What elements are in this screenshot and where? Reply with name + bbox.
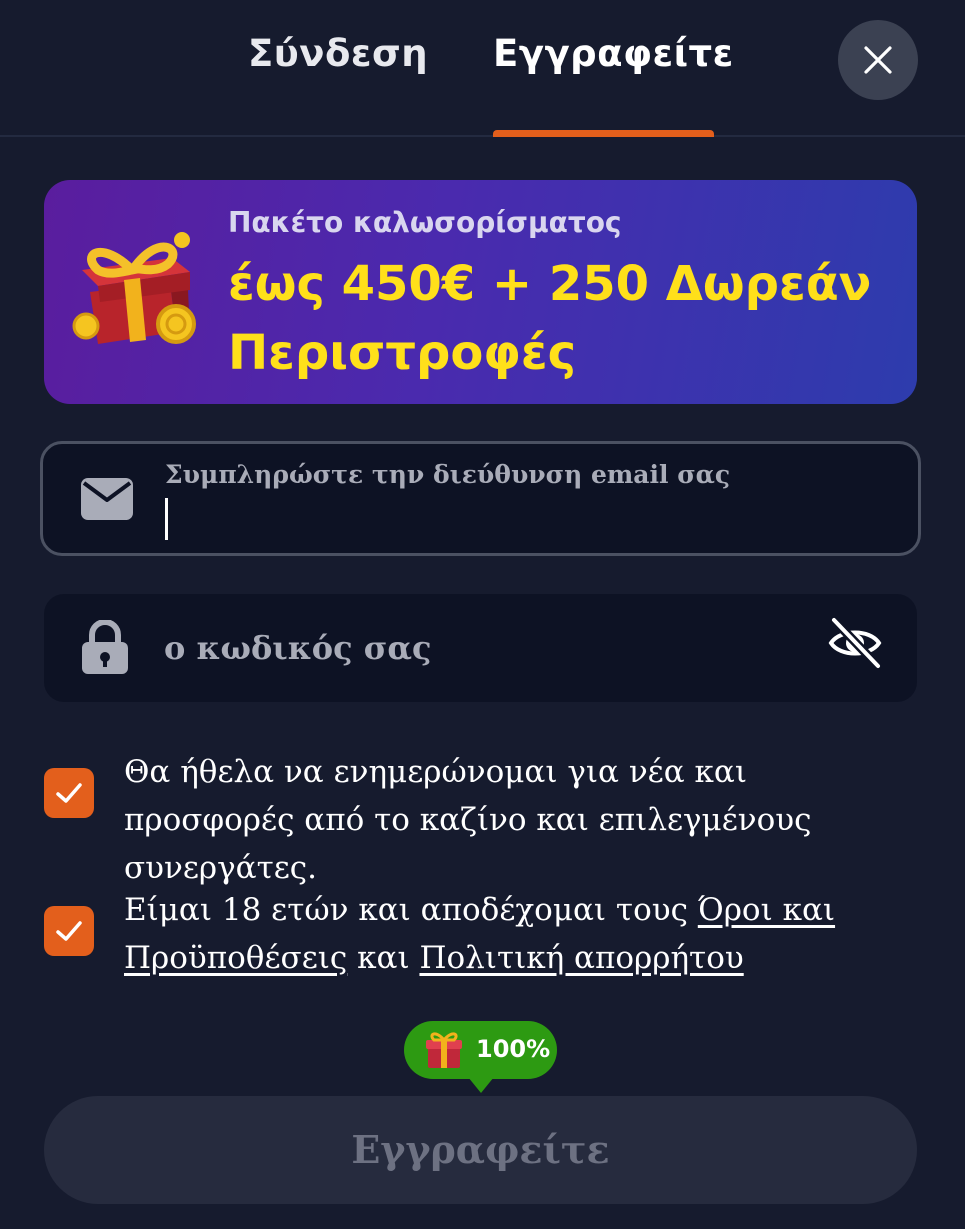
privacy-policy-link[interactable]: Πολιτική απορρήτου	[419, 940, 743, 976]
newsletter-checkbox[interactable]	[44, 768, 94, 818]
promo-title: έως 450€ + 250 Δωρεάν Περιστροφές	[228, 256, 872, 381]
bonus-progress-badge: 100%	[404, 1021, 557, 1093]
email-field-label: Συμπληρώστε την διεύθυνση email σας	[165, 460, 731, 489]
tab-login[interactable]: Σύνδεση	[248, 32, 428, 75]
progress-percent: 100%	[476, 1035, 551, 1063]
lock-icon	[82, 620, 128, 674]
password-input[interactable]	[164, 622, 784, 674]
close-button[interactable]	[838, 20, 918, 100]
terms-text-before: Είμαι 18 ετών και αποδέχομαι τους	[124, 892, 698, 928]
terms-text-middle: και	[347, 940, 420, 976]
close-icon	[864, 46, 892, 74]
register-submit-button[interactable]: Εγγραφείτε	[44, 1096, 917, 1204]
text-caret	[165, 498, 168, 540]
auth-header: Σύνδεση Εγγραφείτε	[0, 0, 965, 137]
envelope-icon	[81, 478, 133, 520]
gift-icon	[72, 232, 196, 344]
email-field[interactable]: Συμπληρώστε την διεύθυνση email σας	[40, 441, 921, 556]
checkmark-icon	[56, 921, 82, 941]
checkmark-icon	[56, 783, 82, 803]
tab-register[interactable]: Εγγραφείτε	[493, 32, 734, 75]
promo-subtitle: Πακέτο καλωσορίσματος	[228, 206, 622, 239]
password-field[interactable]	[44, 594, 917, 702]
welcome-bonus-banner: Πακέτο καλωσορίσματος έως 450€ + 250 Δωρ…	[44, 180, 917, 404]
newsletter-consent-text: Θα ήθελα να ενημερώνομαι για νέα και προ…	[124, 754, 812, 886]
eye-slash-icon[interactable]	[828, 616, 882, 670]
email-input[interactable]	[161, 496, 865, 542]
active-tab-indicator	[493, 130, 714, 137]
terms-consent-text: Είμαι 18 ετών και αποδέχομαι τους Όροι κ…	[124, 886, 924, 982]
gift-icon	[426, 1032, 462, 1068]
terms-checkbox[interactable]	[44, 906, 94, 956]
